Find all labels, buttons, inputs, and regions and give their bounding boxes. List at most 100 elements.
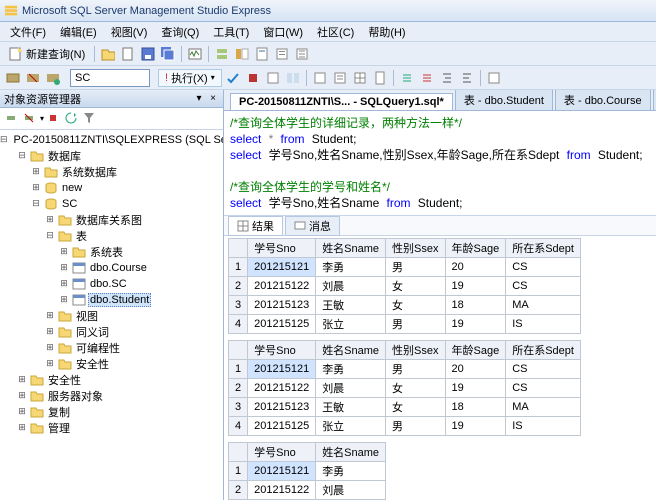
execute-button[interactable]: ! 执行(X) ▾ [158,69,222,87]
save-button[interactable] [139,45,157,63]
table-row[interactable]: 2201215122刘晨女19CS [229,379,581,398]
template-explorer-button[interactable] [253,45,271,63]
filter-button[interactable] [82,111,98,127]
tree-sc[interactable]: ⊟SC [0,196,223,212]
tab-student[interactable]: 表 - dbo.Student [455,90,553,110]
change-connection-button[interactable] [4,69,22,87]
col-header[interactable]: 学号Sno [248,239,316,258]
save-all-button[interactable] [159,45,177,63]
comment-button[interactable] [398,69,416,87]
tree-management[interactable]: ⊞管理 [0,420,223,436]
parse-button[interactable] [224,69,242,87]
menu-community[interactable]: 社区(C) [311,22,360,42]
tree-views[interactable]: ⊞视图 [0,308,223,324]
results-pane[interactable]: 学号Sno姓名Sname性别Ssex年龄Sage所在系Sdept12012151… [224,236,656,500]
col-header[interactable]: 年龄Sage [445,341,506,360]
col-header[interactable]: 性别Ssex [386,239,445,258]
open-button[interactable] [99,45,117,63]
uncomment-button[interactable] [418,69,436,87]
table-row[interactable]: 3201215123王敏女18MA [229,398,581,417]
tree-server[interactable]: ⊟PC-20150811ZNTI\SQLEXPRESS (SQL Ser [0,132,223,148]
tree-serverobj[interactable]: ⊞服务器对象 [0,388,223,404]
col-header[interactable]: 年龄Sage [445,239,506,258]
table-row[interactable]: 2201215122刘晨 [229,481,386,500]
table-row[interactable]: 3201215123王敏女18MA [229,296,581,315]
results-tab[interactable]: 结果 [228,216,283,236]
object-explorer-button[interactable] [233,45,251,63]
tree-new[interactable]: ⊞new [0,180,223,196]
tree-security[interactable]: ⊞安全性 [0,356,223,372]
properties-button[interactable] [293,45,311,63]
sql-editor[interactable]: /*查询全体学生的详细记录，两种方法一样*/ select * from Stu… [224,111,656,216]
col-header[interactable]: 性别Ssex [386,341,445,360]
tab-course[interactable]: 表 - dbo.Course [555,90,651,110]
refresh-button[interactable] [64,111,80,127]
pane-close-icon[interactable]: × [207,93,219,105]
tree-dbdiagram[interactable]: ⊞数据库关系图 [0,212,223,228]
table-icon [72,277,86,291]
tree-course[interactable]: ⊞dbo.Course [0,260,223,276]
display-plan-button[interactable] [264,69,282,87]
database-combo[interactable] [70,69,150,87]
object-explorer-title: 对象资源管理器 [4,91,81,107]
result-grid-2[interactable]: 学号Sno姓名Sname性别Ssex年龄Sage所在系Sdept12012151… [228,340,581,436]
col-header[interactable]: 所在系Sdept [506,341,581,360]
results-text-button[interactable] [331,69,349,87]
result-grid-3[interactable]: 学号Sno姓名Sname1201215121李勇2201215122刘晨3201… [228,442,386,500]
menu-query[interactable]: 查询(Q) [155,22,205,42]
object-explorer-tree[interactable]: ⊟PC-20150811ZNTI\SQLEXPRESS (SQL Ser ⊟数据… [0,130,223,500]
activity-monitor-button[interactable] [186,45,204,63]
change-db-button[interactable] [44,69,62,87]
table-row[interactable]: 1201215121李勇男20CS [229,360,581,379]
table-row[interactable]: 1201215121李勇 [229,462,386,481]
stop-button[interactable] [46,111,62,127]
registered-servers-button[interactable] [213,45,231,63]
specify-template-button[interactable] [485,69,503,87]
tree-systables[interactable]: ⊞系统表 [0,244,223,260]
result-grid-1[interactable]: 学号Sno姓名Sname性别Ssex年龄Sage所在系Sdept12012151… [228,238,581,334]
tree-databases[interactable]: ⊟数据库 [0,148,223,164]
tab-sql[interactable]: PC-20150811ZNTI\S... - SQLQuery1.sql* [230,93,453,110]
menu-edit[interactable]: 编辑(E) [54,22,103,42]
tree-replication[interactable]: ⊞复制 [0,404,223,420]
connect-button[interactable] [4,111,20,127]
disconnect-button[interactable] [24,69,42,87]
col-header[interactable]: 学号Sno [248,341,316,360]
design-query-button[interactable] [284,69,302,87]
col-header[interactable]: 姓名Sname [316,341,386,360]
outdent-button[interactable] [458,69,476,87]
results-file-button[interactable] [371,69,389,87]
table-row[interactable]: 1201215121李勇男20CS [229,258,581,277]
tab-sctable[interactable]: 表 - dbo.SC [653,90,656,110]
indent-button[interactable] [438,69,456,87]
folder-icon [30,421,44,435]
results-grid-button[interactable] [351,69,369,87]
menu-view[interactable]: 视图(V) [105,22,154,42]
tree-sc-table[interactable]: ⊞dbo.SC [0,276,223,292]
col-header[interactable]: 学号Sno [248,443,316,462]
col-header[interactable]: 所在系Sdept [506,239,581,258]
menu-window[interactable]: 窗口(W) [257,22,309,42]
tree-sysdb[interactable]: ⊞系统数据库 [0,164,223,180]
table-row[interactable]: 4201215125张立男19IS [229,417,581,436]
table-row[interactable]: 2201215122刘晨女19CS [229,277,581,296]
menu-file[interactable]: 文件(F) [4,22,52,42]
tree-programmability[interactable]: ⊞可编程性 [0,340,223,356]
cancel-button[interactable] [244,69,262,87]
tree-security2[interactable]: ⊞安全性 [0,372,223,388]
table-row[interactable]: 4201215125张立男19IS [229,315,581,334]
pane-dropdown-icon[interactable]: ▾ [193,93,205,105]
new-query-button[interactable]: 新建查询(N) [4,44,90,64]
messages-tab[interactable]: 消息 [285,216,340,236]
include-plan-button[interactable] [311,69,329,87]
tree-synonyms[interactable]: ⊞同义词 [0,324,223,340]
tree-student[interactable]: ⊞dbo.Student [0,292,223,308]
menu-help[interactable]: 帮助(H) [362,22,411,42]
tree-tables[interactable]: ⊟表 [0,228,223,244]
col-header[interactable]: 姓名Sname [316,239,386,258]
open-file-button[interactable] [119,45,137,63]
col-header[interactable]: 姓名Sname [316,443,386,462]
summary-button[interactable] [273,45,291,63]
disconnect-oe-button[interactable] [22,111,38,127]
menu-tools[interactable]: 工具(T) [207,22,255,42]
